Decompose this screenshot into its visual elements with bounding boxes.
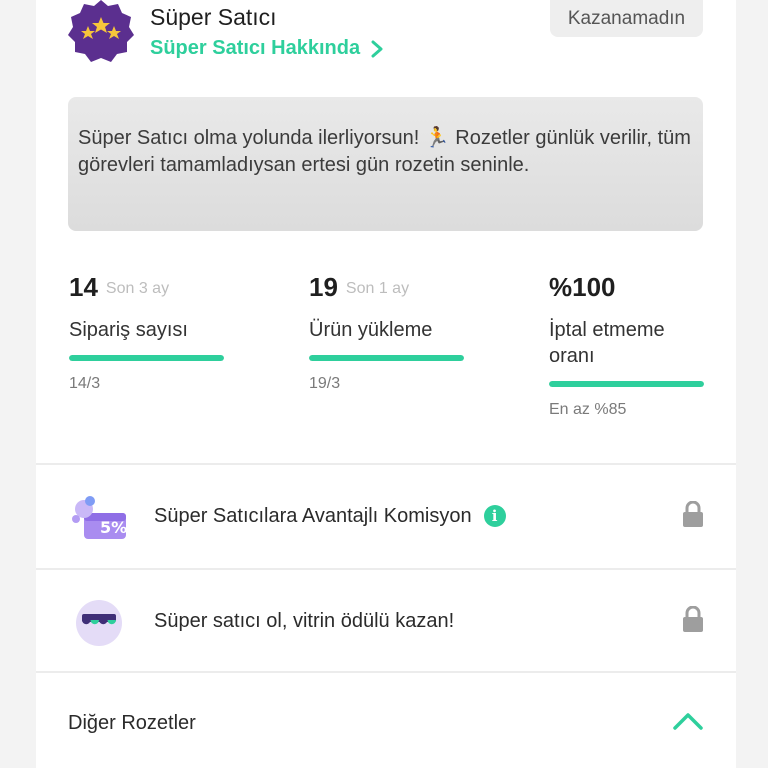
reward-showcase-label: Süper satıcı ol, vitrin ödülü kazan! bbox=[154, 609, 455, 632]
stat-order-count: 14 Son 3 ay Sipariş sayısı 14/3 bbox=[69, 272, 229, 393]
status-badge: Kazanamadın bbox=[550, 0, 703, 37]
page-title: Süper Satıcı bbox=[150, 4, 277, 30]
stat-label: Sipariş sayısı bbox=[69, 319, 188, 341]
stat-label: Ürün yükleme bbox=[309, 319, 433, 341]
reward-commission-row[interactable]: 5% Süper Satıcılara Avantajlı Komisyon i bbox=[36, 465, 736, 567]
lock-icon bbox=[683, 501, 703, 527]
stat-product-upload: 19 Son 1 ay Ürün yükleme 19/3 bbox=[309, 272, 469, 393]
commission-discount-icon: 5% bbox=[72, 496, 127, 539]
stat-progress-fill bbox=[549, 381, 704, 387]
chevron-up-icon[interactable] bbox=[672, 711, 704, 731]
stat-progress-text: 14/3 bbox=[69, 375, 101, 392]
about-super-seller-link[interactable]: Süper Satıcı Hakkında bbox=[150, 37, 384, 60]
stars-badge-icon bbox=[68, 0, 134, 62]
storefront-icon bbox=[76, 600, 122, 646]
progress-info-box: Süper Satıcı olma yolunda ilerliyorsun! … bbox=[68, 97, 703, 231]
progress-info-text: Süper Satıcı olma yolunda ilerliyorsun! … bbox=[78, 127, 691, 176]
chevron-right-icon bbox=[371, 40, 383, 57]
other-badges-title[interactable]: Diğer Rozetler bbox=[68, 712, 196, 735]
stat-value: 19 bbox=[309, 272, 338, 302]
stat-progress-fill bbox=[309, 355, 464, 361]
stat-progress-text: 19/3 bbox=[309, 375, 341, 392]
stat-progress-bar bbox=[309, 355, 464, 361]
divider bbox=[36, 671, 736, 673]
stat-progress-bar bbox=[549, 381, 704, 387]
stat-value: 14 bbox=[69, 272, 98, 302]
stat-label: İptal etmeme oranı bbox=[549, 319, 665, 367]
stat-period: Son 1 ay bbox=[345, 280, 410, 297]
stat-progress-bar bbox=[69, 355, 224, 361]
about-link-label: Süper Satıcı Hakkında bbox=[150, 37, 361, 59]
svg-text:5%: 5% bbox=[100, 518, 127, 537]
stat-non-cancellation-rate: %100 İptal etmeme oranı En az %85 bbox=[549, 272, 709, 419]
stat-period: Son 3 ay bbox=[105, 280, 170, 297]
reward-commission-label: Süper Satıcılara Avantajlı Komisyon bbox=[154, 504, 472, 527]
stat-progress-text: En az %85 bbox=[549, 401, 627, 418]
lock-icon bbox=[683, 606, 703, 632]
info-icon[interactable]: i bbox=[483, 505, 506, 527]
stat-progress-fill bbox=[69, 355, 224, 361]
reward-showcase-row[interactable]: Süper satıcı ol, vitrin ödülü kazan! bbox=[36, 570, 736, 672]
stat-value: %100 bbox=[549, 272, 616, 302]
